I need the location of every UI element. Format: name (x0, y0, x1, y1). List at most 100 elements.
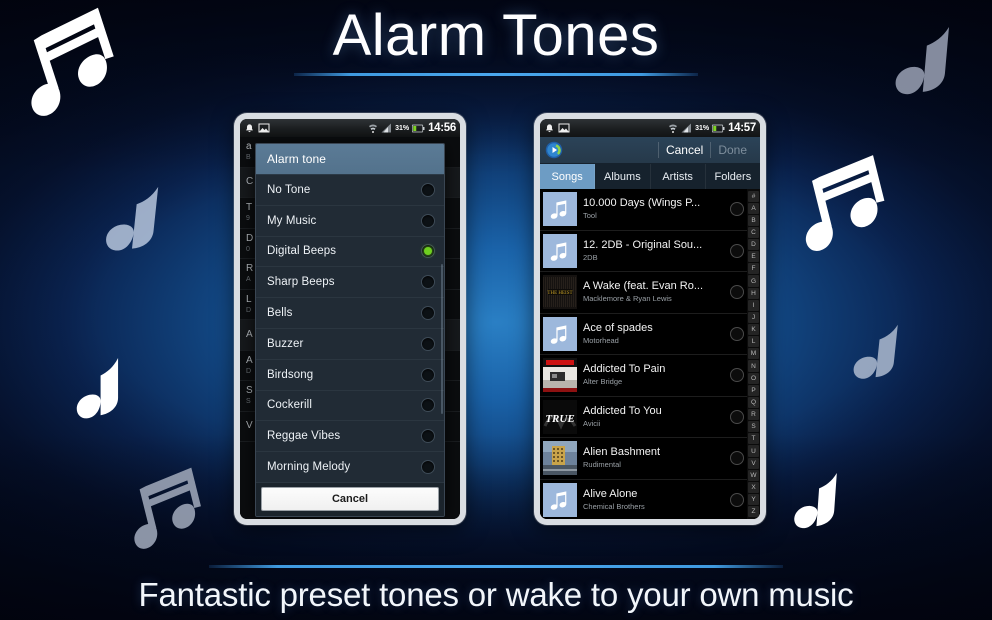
tab-albums[interactable]: Albums (595, 164, 651, 189)
tone-radio-button[interactable] (421, 244, 435, 259)
song-row[interactable]: 10.000 Days (Wings P... Tool (540, 189, 760, 231)
index-letter[interactable]: D (748, 239, 759, 251)
song-artist: Tool (583, 211, 597, 221)
index-letter[interactable]: X (748, 481, 759, 494)
song-radio-button[interactable] (730, 409, 744, 424)
index-letter[interactable]: F (748, 263, 759, 275)
tone-radio-button[interactable] (421, 367, 435, 382)
index-letter[interactable]: Q (748, 396, 759, 409)
tone-radio-button[interactable] (421, 429, 435, 444)
statusbar-indicators-left: 31% 14:56 (368, 122, 456, 134)
tone-radio-button[interactable] (421, 275, 435, 290)
tone-radio-button[interactable] (421, 336, 435, 351)
song-row[interactable]: THE HEIST A Wake (feat. Evan Ro... Macklem… (540, 272, 760, 314)
picker-cancel-button[interactable]: Cancel (659, 143, 710, 157)
tone-option-row[interactable]: Buzzer (256, 328, 444, 360)
battery-percent-left: 31% (395, 124, 410, 132)
tone-option-row[interactable]: Birdsong (256, 359, 444, 391)
song-title: Ace of spades (583, 321, 653, 334)
song-artist: 2DB (583, 252, 598, 262)
tone-radio-button[interactable] (421, 182, 435, 197)
tone-option-row[interactable]: My Music (256, 205, 444, 237)
index-letter[interactable]: V (748, 457, 759, 469)
tone-option-row[interactable]: Morning Melody (256, 452, 444, 483)
tone-radio-button[interactable] (421, 306, 435, 321)
index-letter[interactable]: K (748, 324, 759, 336)
song-artist: Chemical Brothers (583, 501, 645, 511)
dialog-cancel-button[interactable]: Cancel (261, 486, 439, 511)
index-letter[interactable]: J (748, 311, 759, 324)
song-radio-button[interactable] (730, 285, 744, 300)
tone-option-row[interactable]: No Tone (256, 175, 444, 206)
picker-done-button[interactable]: Done (711, 143, 754, 157)
index-letter[interactable]: E (748, 251, 759, 263)
song-radio-button[interactable] (730, 451, 744, 466)
song-radio-button[interactable] (730, 202, 744, 217)
index-letter[interactable]: N (748, 360, 759, 372)
dialog-footer: Cancel (256, 482, 444, 516)
album-art-thumbnail: TRUE (543, 399, 577, 434)
index-letter[interactable]: S (748, 421, 759, 433)
index-letter[interactable]: B (748, 214, 759, 226)
song-artist: Rudimental (583, 460, 621, 470)
index-letter[interactable]: U (748, 445, 759, 457)
tone-option-row[interactable]: Sharp Beeps (256, 267, 444, 299)
song-title: Alien Bashment (583, 446, 661, 459)
album-art-thumbnail (543, 441, 577, 476)
index-letter[interactable]: R (748, 409, 759, 421)
dialog-title: Alarm tone (256, 144, 444, 175)
tone-option-row[interactable]: Reggae Vibes (256, 421, 444, 453)
song-row[interactable]: Alien Bashment Rudimental (540, 438, 760, 480)
tab-folders[interactable]: Folders (706, 164, 760, 189)
index-letter[interactable]: T (748, 433, 759, 445)
song-row[interactable]: Ace of spades Motorhead (540, 314, 760, 355)
song-radio-button[interactable] (730, 326, 744, 341)
dialog-scrollbar[interactable] (441, 264, 443, 414)
index-letter[interactable]: O (748, 372, 759, 384)
tone-option-row[interactable]: Digital Beeps (256, 236, 444, 268)
index-letter[interactable]: Y (748, 494, 759, 506)
index-letter[interactable]: C (748, 226, 759, 239)
wifi-icon (669, 124, 678, 133)
tone-radio-button[interactable] (421, 213, 435, 228)
index-letter[interactable]: # (748, 190, 759, 202)
song-metadata: 10.000 Days (Wings P... Tool (583, 197, 726, 221)
index-letter[interactable]: I (748, 299, 759, 311)
picker-tabbar[interactable]: Songs Albums Artists Folders (540, 164, 760, 189)
song-row[interactable]: Alive Alone Chemical Brothers (540, 480, 760, 520)
index-letter[interactable]: W (748, 469, 759, 481)
tone-option-label: Morning Melody (267, 461, 351, 474)
alarm-tone-list[interactable]: No Tone My Music Digital Beeps Sharp Beeps B… (256, 175, 444, 483)
song-row[interactable]: Addicted To Pain Alter Bridge (540, 355, 760, 397)
tone-option-row[interactable]: Bells (256, 298, 444, 329)
index-letter[interactable]: L (748, 336, 759, 348)
index-letter[interactable]: A (748, 202, 759, 214)
svg-text:TRUE: TRUE (545, 413, 574, 425)
song-list[interactable]: 10.000 Days (Wings P... Tool 12. 2DB - Ori… (540, 189, 760, 519)
alphabet-index-strip[interactable]: # A B C D E F G H I J K L M N O P Q R S T U V W X Y Z (747, 189, 760, 519)
album-art-thumbnail (543, 192, 577, 227)
alarm-bell-icon (246, 123, 253, 132)
index-letter[interactable]: P (748, 384, 759, 396)
index-letter[interactable]: H (748, 287, 759, 299)
song-artist: Avicii (583, 418, 601, 428)
song-radio-button[interactable] (730, 368, 744, 383)
tone-option-label: My Music (267, 214, 317, 227)
tone-radio-button[interactable] (421, 460, 435, 475)
background-vignette (0, 0, 992, 620)
song-radio-button[interactable] (730, 492, 744, 507)
page-title: Alarm Tones (332, 3, 660, 68)
tab-songs[interactable]: Songs (540, 164, 596, 189)
phone-mockup-right: 31% 14:57 Cancel Done Songs Albums Artis… (534, 113, 766, 525)
song-radio-button[interactable] (730, 243, 744, 258)
index-letter[interactable]: M (748, 348, 759, 360)
song-rows[interactable]: 10.000 Days (Wings P... Tool 12. 2DB - Ori… (540, 189, 760, 519)
index-letter[interactable]: G (748, 275, 759, 287)
song-row[interactable]: TRUE Addicted To You Avicii (540, 397, 760, 438)
tab-artists[interactable]: Artists (651, 164, 706, 189)
song-title: 12. 2DB - Original Sou... (583, 238, 703, 251)
song-row[interactable]: 12. 2DB - Original Sou... 2DB (540, 231, 760, 272)
tone-option-row[interactable]: Cockerill (256, 390, 444, 422)
tone-radio-button[interactable] (421, 398, 435, 413)
index-letter[interactable]: Z (748, 506, 759, 518)
